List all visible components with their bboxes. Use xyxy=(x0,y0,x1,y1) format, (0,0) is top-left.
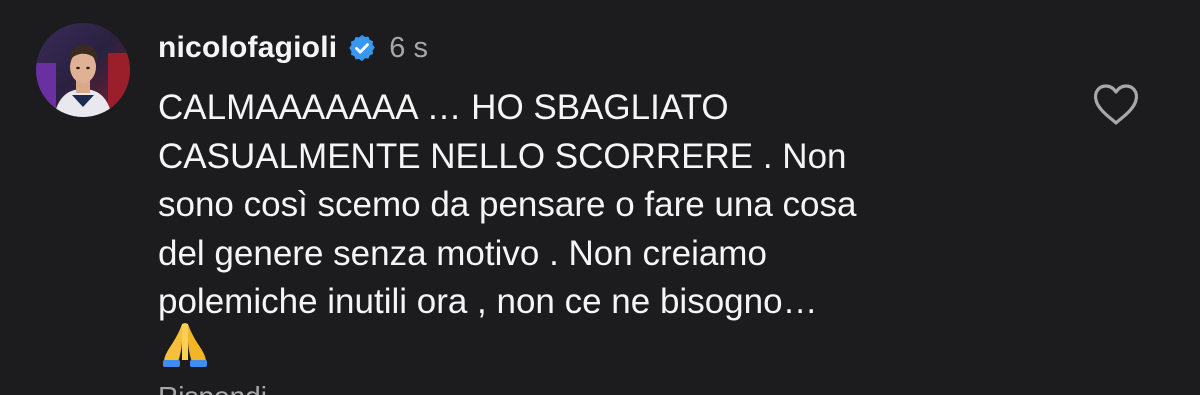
folded-hands-icon xyxy=(160,320,210,368)
comment-item: nicolofagioli 6 s CALMAAAAAAA … HO SBAGL… xyxy=(0,0,1200,395)
comment-text: CALMAAAAAAA … HO SBAGLIATO CASUALMENTE N… xyxy=(158,84,1058,327)
comment-text-line: del genere senza motivo . Non creiamo xyxy=(158,233,767,273)
verified-badge-icon xyxy=(347,33,377,63)
comment-text-line: sono così scemo da pensare o fare una co… xyxy=(158,185,857,224)
comment-text-line: CASUALMENTE NELLO SCORRERE . Non xyxy=(158,136,847,176)
reply-button[interactable]: Rispondi xyxy=(158,382,267,395)
comment-text-line: polemiche inutili ora , non ce ne bisogn… xyxy=(158,282,818,321)
heart-outline-icon[interactable] xyxy=(1091,82,1141,128)
username[interactable]: nicolofagioli xyxy=(158,31,337,65)
avatar-image xyxy=(36,23,130,117)
avatar[interactable] xyxy=(36,23,130,117)
comment-timestamp: 6 s xyxy=(389,31,428,64)
comment-text-line: CALMAAAAAAA … HO SBAGLIATO xyxy=(158,88,729,127)
comment-header: nicolofagioli 6 s xyxy=(158,26,428,70)
